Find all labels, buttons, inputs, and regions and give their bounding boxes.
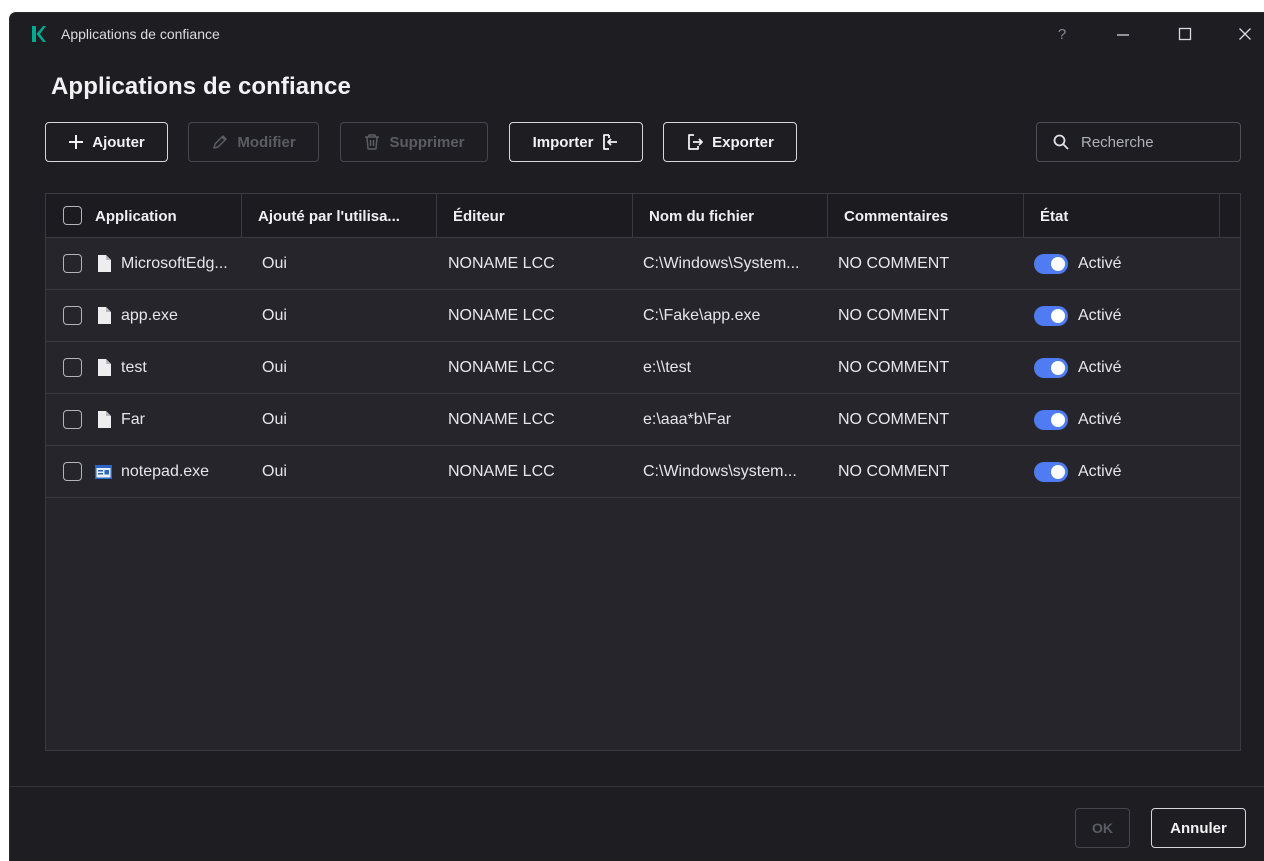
column-header-state[interactable]: État bbox=[1024, 194, 1220, 238]
cell-added-by-user: Oui bbox=[262, 411, 287, 428]
cell-application: notepad.exe bbox=[121, 463, 210, 480]
column-header-application[interactable]: Application bbox=[46, 194, 242, 238]
window-title: Applications de confiance bbox=[61, 26, 220, 42]
kaspersky-logo-icon bbox=[32, 26, 46, 42]
add-button-label: Ajouter bbox=[92, 133, 145, 151]
cell-application: MicrosoftEdg... bbox=[121, 255, 228, 272]
column-header-comments[interactable]: Commentaires bbox=[828, 194, 1024, 238]
row-checkbox[interactable] bbox=[63, 254, 82, 273]
export-button[interactable]: Exporter bbox=[663, 122, 797, 162]
cell-state-label: Activé bbox=[1078, 463, 1122, 480]
table-row[interactable]: app.exe Oui NONAME LCC C:\Fake\app.exe NO CO… bbox=[46, 290, 1240, 342]
row-checkbox[interactable] bbox=[63, 306, 82, 325]
table-row[interactable]: notepad.exe Oui NONAME LCC C:\Windows\syste… bbox=[46, 446, 1240, 498]
cell-comment: NO COMMENT bbox=[838, 411, 950, 428]
cell-added-by-user: Oui bbox=[262, 255, 287, 272]
trusted-apps-window: Applications de confiance ? Applications… bbox=[10, 13, 1264, 861]
column-header-filename[interactable]: Nom du fichier bbox=[633, 194, 828, 238]
cell-application: app.exe bbox=[121, 307, 178, 324]
modify-button[interactable]: Modifier bbox=[188, 122, 319, 162]
maximize-button[interactable] bbox=[1170, 21, 1200, 47]
table-row[interactable]: MicrosoftEdg... Oui NONAME LCC C:\Windows\S… bbox=[46, 238, 1240, 290]
file-icon bbox=[97, 411, 111, 428]
import-button[interactable]: Importer bbox=[509, 122, 643, 162]
notepad-app-icon bbox=[95, 465, 112, 482]
cell-state-label: Activé bbox=[1078, 411, 1122, 428]
title-bar: Applications de confiance ? bbox=[10, 13, 1264, 55]
cell-added-by-user: Oui bbox=[262, 307, 287, 324]
ok-button[interactable]: OK bbox=[1075, 808, 1130, 848]
minimize-button[interactable] bbox=[1108, 21, 1138, 47]
row-checkbox[interactable] bbox=[63, 410, 82, 429]
delete-button-label: Supprimer bbox=[389, 133, 465, 151]
file-icon bbox=[97, 359, 111, 376]
column-header-publisher[interactable]: Éditeur bbox=[437, 194, 633, 238]
table-row[interactable]: test Oui NONAME LCC e:\\test NO COMMENT Activ… bbox=[46, 342, 1240, 394]
maximize-icon bbox=[1178, 27, 1192, 41]
import-icon bbox=[603, 134, 618, 150]
cancel-button[interactable]: Annuler bbox=[1151, 808, 1246, 848]
file-icon bbox=[97, 255, 111, 272]
cell-state-label: Activé bbox=[1078, 255, 1122, 272]
search-placeholder: Recherche bbox=[1081, 133, 1154, 151]
export-icon bbox=[688, 134, 704, 150]
cell-comment: NO COMMENT bbox=[838, 359, 950, 376]
cell-added-by-user: Oui bbox=[262, 463, 287, 480]
cell-publisher: NONAME LCC bbox=[448, 411, 555, 428]
plus-icon bbox=[69, 135, 84, 149]
footer-divider bbox=[10, 786, 1264, 787]
search-input[interactable]: Recherche bbox=[1036, 122, 1241, 162]
cell-filename: C:\Fake\app.exe bbox=[643, 307, 761, 324]
column-header-added-by-user[interactable]: Ajouté par l'utilisa... bbox=[242, 194, 437, 238]
cell-filename: C:\Windows\System... bbox=[643, 255, 800, 272]
close-button[interactable] bbox=[1230, 21, 1260, 47]
state-toggle[interactable] bbox=[1034, 462, 1068, 482]
cell-application: test bbox=[121, 359, 147, 376]
column-header-filler bbox=[1220, 194, 1240, 238]
help-button[interactable]: ? bbox=[1047, 21, 1077, 47]
delete-button[interactable]: Supprimer bbox=[340, 122, 488, 162]
cell-filename: e:\aaa*b\Far bbox=[643, 411, 732, 428]
state-toggle[interactable] bbox=[1034, 254, 1068, 274]
modify-button-label: Modifier bbox=[237, 133, 296, 151]
file-icon bbox=[97, 307, 111, 324]
cell-comment: NO COMMENT bbox=[838, 307, 950, 324]
import-button-label: Importer bbox=[532, 133, 594, 151]
cell-filename: C:\Windows\system... bbox=[643, 463, 797, 480]
export-button-label: Exporter bbox=[712, 133, 774, 151]
pencil-icon bbox=[213, 135, 228, 149]
minimize-icon bbox=[1117, 34, 1129, 36]
trash-icon bbox=[365, 134, 380, 150]
state-toggle[interactable] bbox=[1034, 358, 1068, 378]
trusted-apps-table: Application Ajouté par l'utilisa... Édit… bbox=[45, 193, 1241, 751]
search-icon bbox=[1053, 134, 1069, 150]
row-checkbox[interactable] bbox=[63, 462, 82, 481]
cell-publisher: NONAME LCC bbox=[448, 463, 555, 480]
cell-state-label: Activé bbox=[1078, 307, 1122, 324]
cell-application: Far bbox=[121, 411, 145, 428]
cell-added-by-user: Oui bbox=[262, 359, 287, 376]
page-title: Applications de confiance bbox=[51, 73, 351, 100]
table-row[interactable]: Far Oui NONAME LCC e:\aaa*b\Far NO COMMENT Ac… bbox=[46, 394, 1240, 446]
cell-comment: NO COMMENT bbox=[838, 463, 950, 480]
table-header: Application Ajouté par l'utilisa... Édit… bbox=[46, 194, 1240, 238]
row-checkbox[interactable] bbox=[63, 358, 82, 377]
cell-comment: NO COMMENT bbox=[838, 255, 950, 272]
cell-publisher: NONAME LCC bbox=[448, 307, 555, 324]
state-toggle[interactable] bbox=[1034, 410, 1068, 430]
close-icon bbox=[1239, 28, 1251, 40]
state-toggle[interactable] bbox=[1034, 306, 1068, 326]
add-button[interactable]: Ajouter bbox=[45, 122, 168, 162]
cell-publisher: NONAME LCC bbox=[448, 255, 555, 272]
cell-filename: e:\\test bbox=[643, 359, 692, 376]
cell-publisher: NONAME LCC bbox=[448, 359, 555, 376]
cell-state-label: Activé bbox=[1078, 359, 1122, 376]
